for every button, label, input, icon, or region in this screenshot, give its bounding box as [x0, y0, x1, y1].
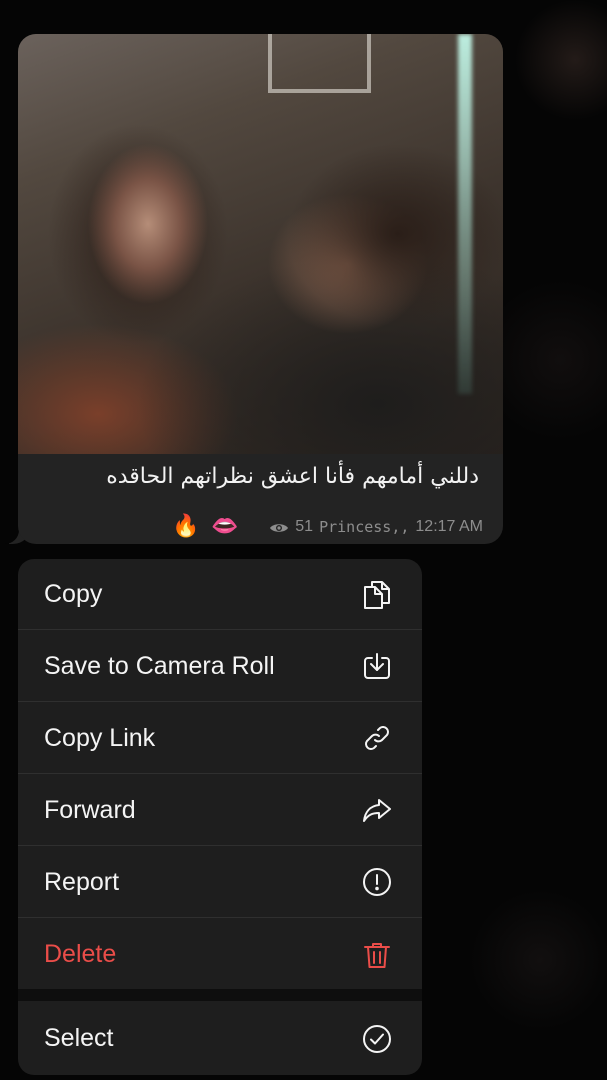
forward-icon	[360, 793, 394, 827]
eye-icon	[269, 520, 289, 534]
message-meta: 51 Princess,, 12:17 AM	[269, 516, 483, 538]
photo-bench	[268, 34, 371, 93]
context-menu: Copy Save to Camera Roll Copy Link Forwa…	[18, 559, 422, 1075]
message-meta-row: 🔥 👄 51 Princess,, 12:17 AM	[18, 512, 503, 542]
menu-item-label: Report	[44, 867, 120, 896]
menu-item-report[interactable]: Report	[18, 847, 422, 918]
menu-item-forward[interactable]: Forward	[18, 775, 422, 846]
menu-item-label: Delete	[44, 940, 117, 968]
menu-item-label: Copy	[44, 579, 103, 608]
message-caption: دللني أمامهم فأنا اعشق نظراتهم الحاقده	[106, 464, 479, 489]
message-time: 12:17 AM	[415, 518, 483, 535]
menu-item-select[interactable]: Select	[18, 1003, 422, 1074]
message-author: Princess,,	[319, 518, 410, 536]
link-icon	[360, 721, 394, 755]
message-bubble[interactable]: دللني أمامهم فأنا اعشق نظراتهم الحاقده 🔥…	[18, 34, 503, 544]
copy-icon	[360, 577, 394, 611]
photo-light-streak	[458, 34, 472, 394]
views-count: 51	[295, 518, 314, 535]
download-icon	[360, 649, 394, 683]
message-photo[interactable]	[18, 34, 503, 454]
menu-item-label: Save to Camera Roll	[44, 651, 275, 680]
report-icon	[360, 865, 394, 899]
menu-separator	[18, 989, 422, 1001]
menu-item-save-to-camera-roll[interactable]: Save to Camera Roll	[18, 631, 422, 702]
menu-item-label: Forward	[44, 795, 136, 824]
trash-icon	[360, 938, 394, 972]
lips-emoji: 👄	[211, 514, 239, 539]
menu-item-copy[interactable]: Copy	[18, 559, 422, 630]
check-circle-icon	[360, 1022, 394, 1056]
fire-emoji: 🔥	[172, 514, 200, 539]
menu-item-label: Select	[44, 1024, 114, 1052]
menu-item-label: Copy Link	[44, 723, 156, 752]
menu-item-delete[interactable]: Delete	[18, 919, 422, 990]
menu-item-copy-link[interactable]: Copy Link	[18, 703, 422, 774]
